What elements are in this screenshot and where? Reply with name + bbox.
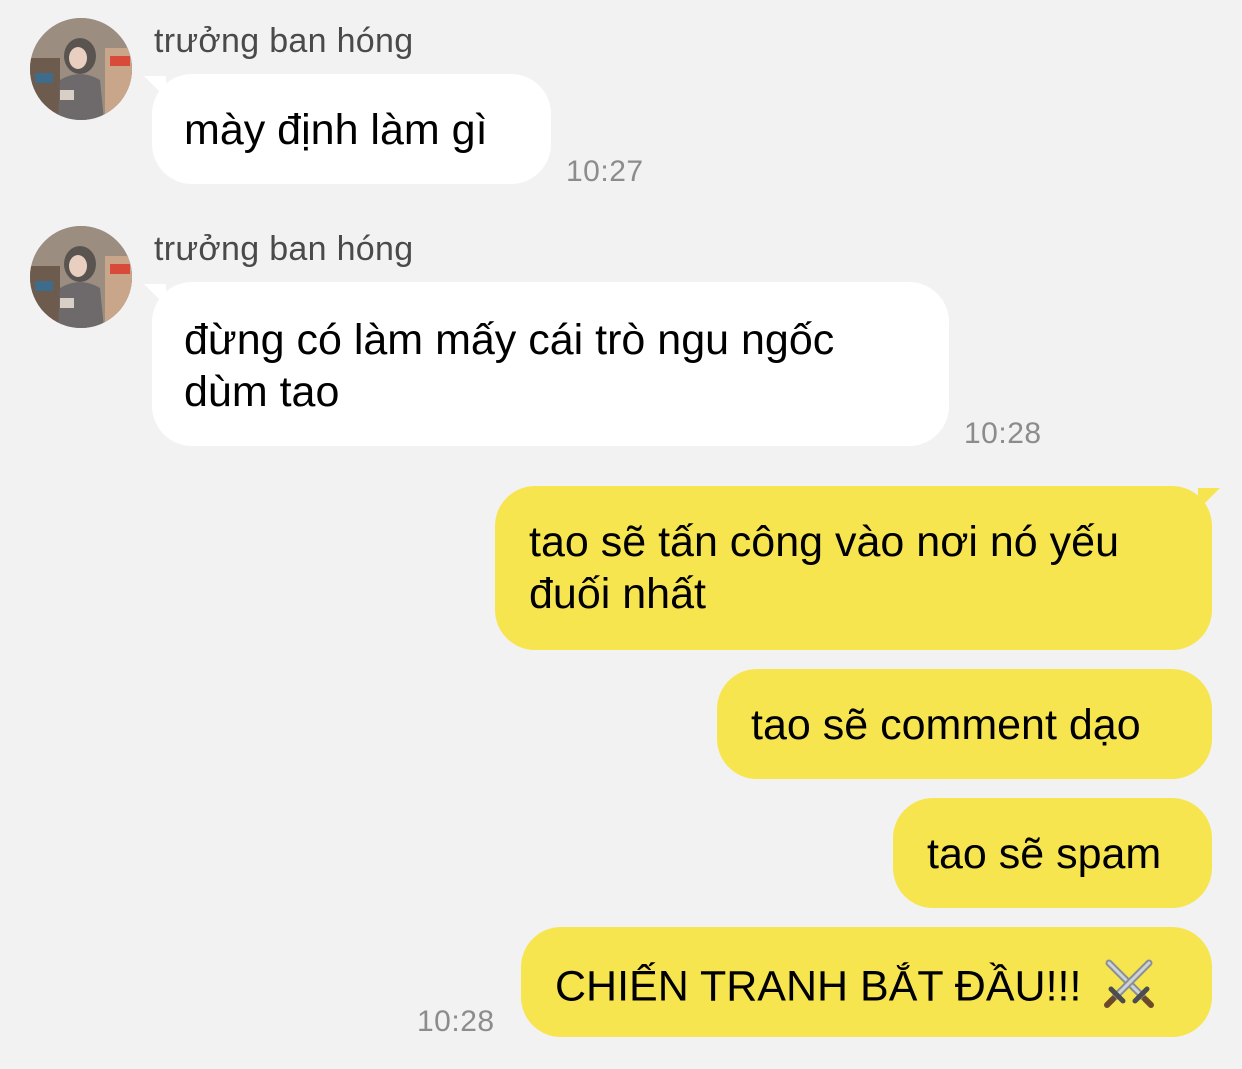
outgoing-message[interactable]: tao sẽ tấn công vào nơi nó yếu đuối nhất: [495, 486, 1212, 650]
message-text-line: tao sẽ tấn công vào nơi nó yếu: [529, 518, 1119, 566]
outgoing-message[interactable]: tao sẽ comment dạo: [717, 669, 1212, 779]
outgoing-message[interactable]: tao sẽ spam: [893, 798, 1212, 908]
message-timestamp: 10:27: [566, 155, 644, 188]
incoming-message[interactable]: đừng có làm mấy cái trò ngu ngốc dùm tao: [152, 282, 949, 446]
sender-name: trưởng ban hóng: [154, 22, 414, 60]
incoming-message[interactable]: mày định làm gì: [152, 74, 551, 184]
crossed-swords-icon: [1101, 957, 1157, 1021]
sender-name: trưởng ban hóng: [154, 230, 414, 268]
message-timestamp: 10:28: [417, 1005, 495, 1038]
message-text-line: dùm tao: [184, 368, 340, 416]
message-text: tao sẽ comment dạo: [751, 701, 1141, 749]
message-timestamp: 10:28: [964, 417, 1042, 450]
message-text: mày định làm gì: [184, 106, 488, 154]
message-text: CHIẾN TRANH BẮT ĐẦU!!!: [555, 962, 1082, 1011]
message-text: tao sẽ spam: [927, 830, 1162, 878]
avatar-photo: [30, 18, 132, 120]
message-text-line: đừng có làm mấy cái trò ngu ngốc: [184, 316, 835, 364]
message-text-line: đuối nhất: [529, 570, 706, 618]
avatar-photo: [30, 226, 132, 328]
sender-avatar[interactable]: [30, 226, 132, 328]
sender-avatar[interactable]: [30, 18, 132, 120]
outgoing-message[interactable]: CHIẾN TRANH BẮT ĐẦU!!!: [521, 927, 1212, 1037]
